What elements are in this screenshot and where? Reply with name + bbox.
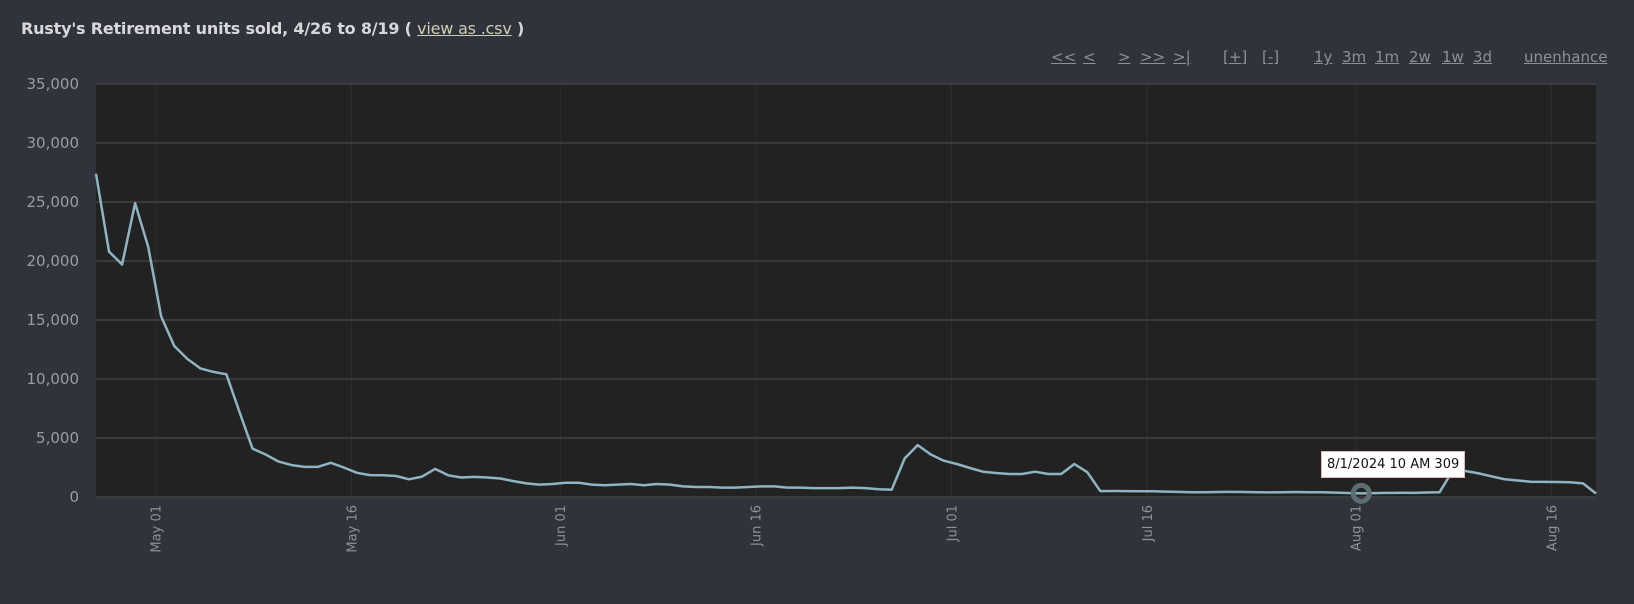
x-tick-label: Jun 16 bbox=[750, 505, 765, 547]
x-tick-label: May 01 bbox=[150, 505, 165, 553]
y-tick-label: 30,000 bbox=[27, 134, 80, 152]
y-tick-label: 10,000 bbox=[27, 370, 80, 388]
x-tick-label: Aug 01 bbox=[1350, 505, 1365, 551]
x-tick-label: Jun 01 bbox=[554, 505, 569, 547]
x-tick-label: Jul 01 bbox=[945, 505, 960, 542]
y-tick-label: 20,000 bbox=[27, 252, 80, 270]
tooltip: 8/1/2024 10 AM 309 bbox=[1321, 451, 1466, 478]
y-tick-label: 5,000 bbox=[36, 429, 79, 447]
x-tick-label: Jul 16 bbox=[1141, 505, 1156, 542]
y-tick-label: 35,000 bbox=[27, 75, 80, 93]
x-tick-label: May 16 bbox=[345, 505, 360, 553]
plot-area bbox=[96, 84, 1596, 497]
x-tick-label: Aug 16 bbox=[1545, 505, 1560, 551]
y-tick-label: 0 bbox=[69, 488, 79, 506]
y-tick-label: 15,000 bbox=[27, 311, 80, 329]
line-chart[interactable]: May 01 May 16 Jun 01 Jun 16 Jul 01 Jul 16 Aug … bbox=[0, 0, 1634, 604]
y-tick-label: 25,000 bbox=[27, 193, 80, 211]
